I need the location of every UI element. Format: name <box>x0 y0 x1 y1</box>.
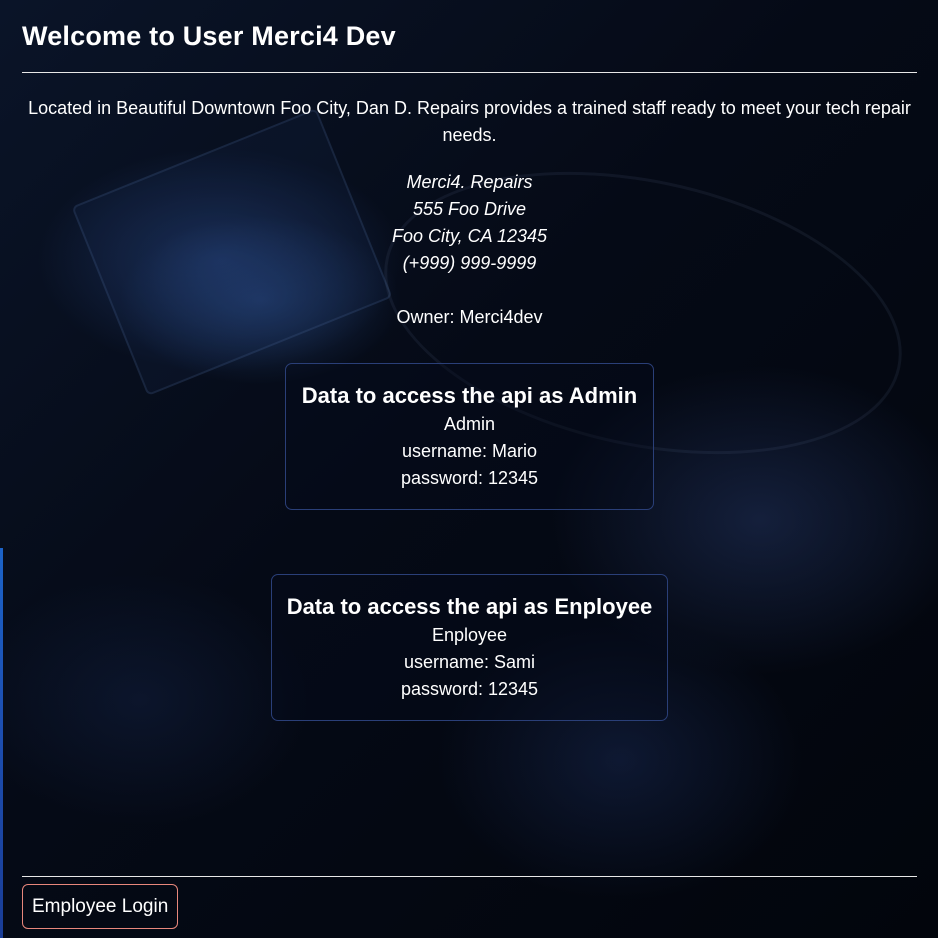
admin-card-username: username: Mario <box>401 441 538 461</box>
bottom-divider <box>22 876 917 877</box>
employee-card-username: username: Sami <box>403 652 536 672</box>
admin-card-password: password: 12345 <box>400 468 539 488</box>
city-state-zip: Foo City, CA 12345 <box>391 226 548 246</box>
employee-login-button[interactable]: Employee Login <box>22 884 179 929</box>
street-address: 555 Foo Drive <box>412 199 527 219</box>
phone-number: (+999) 999-9999 <box>402 253 537 273</box>
employee-card-role: Enployee <box>431 625 508 645</box>
employee-access-card: Data to access the api as Enployee Enplo… <box>271 574 668 721</box>
intro-text: Located in Beautiful Downtown Foo City, … <box>28 98 911 145</box>
top-divider <box>22 72 917 73</box>
address-block: Merci4. Repairs 555 Foo Drive Foo City, … <box>22 169 917 277</box>
admin-access-card: Data to access the api as Admin Admin us… <box>285 363 654 510</box>
admin-card-title: Data to access the api as Admin <box>301 383 638 408</box>
page-title: Welcome to User Merci4 Dev <box>22 21 396 51</box>
employee-card-title: Data to access the api as Enployee <box>286 594 653 619</box>
owner-text: Owner: Merci4dev <box>396 307 543 327</box>
left-edge-accent <box>0 548 3 938</box>
business-name: Merci4. Repairs <box>406 172 533 192</box>
employee-card-password: password: 12345 <box>400 679 539 699</box>
admin-card-role: Admin <box>443 414 496 434</box>
main-content: Welcome to User Merci4 Dev Located in Be… <box>22 0 917 938</box>
